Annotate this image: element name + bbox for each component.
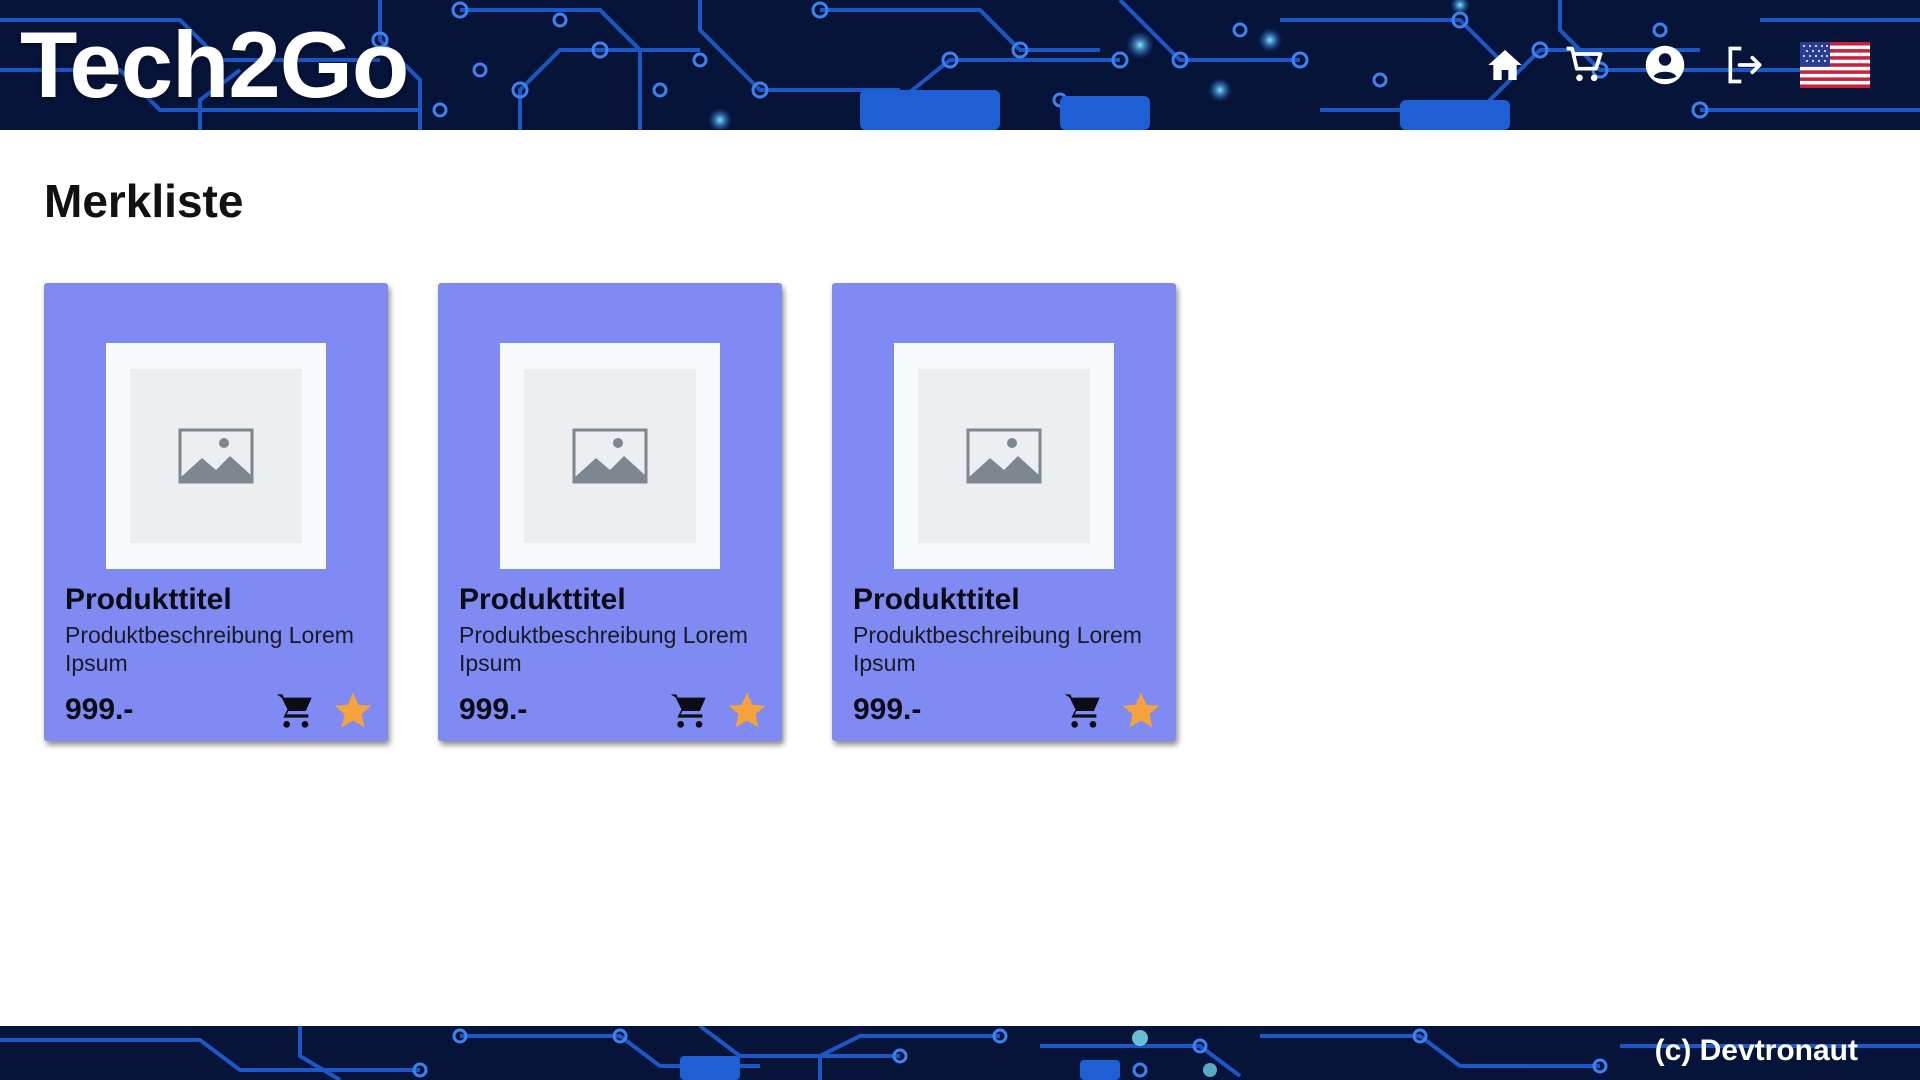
product-image-frame — [500, 343, 720, 569]
site-header: Tech2Go — [0, 0, 1920, 130]
header-nav — [1480, 34, 1870, 96]
wishlist-page: Merkliste Produkttitel Produktbeschreibu… — [0, 130, 1920, 1026]
image-placeholder — [130, 369, 302, 543]
us-flag-icon[interactable] — [1800, 42, 1870, 88]
image-placeholder-icon — [178, 428, 254, 484]
page-title: Merkliste — [44, 175, 244, 227]
product-card[interactable]: Produkttitel Produktbeschreibung Lorem I… — [44, 283, 388, 741]
add-to-cart-icon[interactable] — [1062, 691, 1104, 731]
favorite-star-icon[interactable] — [332, 689, 374, 731]
image-placeholder — [918, 369, 1090, 543]
product-image-frame — [106, 343, 326, 569]
product-title: Produkttitel — [65, 583, 232, 616]
product-card[interactable]: Produkttitel Produktbeschreibung Lorem I… — [832, 283, 1176, 741]
circuit-background — [0, 1026, 1920, 1080]
copyright-text: (c) Devtronaut — [1654, 1034, 1858, 1067]
product-image-frame — [894, 343, 1114, 569]
product-price: 999.- — [65, 693, 134, 726]
image-placeholder-icon — [966, 428, 1042, 484]
logout-icon[interactable] — [1720, 40, 1770, 90]
product-title: Produkttitel — [853, 583, 1020, 616]
brand-logo[interactable]: Tech2Go — [20, 10, 409, 120]
product-grid: Produkttitel Produktbeschreibung Lorem I… — [44, 283, 1176, 741]
favorite-star-icon[interactable] — [726, 689, 768, 731]
product-description: Produktbeschreibung Lorem Ipsum — [853, 622, 1142, 676]
product-price: 999.- — [459, 693, 528, 726]
image-placeholder — [524, 369, 696, 543]
add-to-cart-icon[interactable] — [274, 691, 316, 731]
add-to-cart-icon[interactable] — [668, 691, 710, 731]
product-price: 999.- — [853, 693, 922, 726]
product-card[interactable]: Produkttitel Produktbeschreibung Lorem I… — [438, 283, 782, 741]
image-placeholder-icon — [572, 428, 648, 484]
account-icon[interactable] — [1640, 40, 1690, 90]
home-icon[interactable] — [1480, 40, 1530, 90]
cart-icon[interactable] — [1560, 40, 1610, 90]
product-description: Produktbeschreibung Lorem Ipsum — [65, 622, 354, 676]
site-footer: (c) Devtronaut — [0, 1026, 1920, 1080]
product-description: Produktbeschreibung Lorem Ipsum — [459, 622, 748, 676]
favorite-star-icon[interactable] — [1120, 689, 1162, 731]
product-title: Produkttitel — [459, 583, 626, 616]
